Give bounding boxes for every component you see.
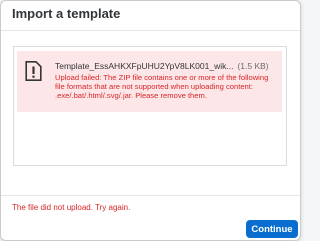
footer-divider <box>1 195 300 196</box>
upload-list-item: Template_EssAHKXFpUHU2YpV8LK001_wik... (1… <box>17 51 282 112</box>
file-size: (1.5 KB) <box>237 61 269 71</box>
dialog-header: Import a template <box>1 1 300 31</box>
file-name: Template_EssAHKXFpUHU2YpV8LK001_wik... <box>55 61 234 71</box>
upload-list: Template_EssAHKXFpUHU2YpV8LK001_wik... (1… <box>13 46 287 166</box>
footer-error-text: The file did not upload. Try again. <box>12 203 131 212</box>
continue-button[interactable]: Continue <box>246 220 298 238</box>
dialog-title: Import a template <box>12 6 121 21</box>
file-error-icon <box>25 61 42 81</box>
file-info: Template_EssAHKXFpUHU2YpV8LK001_wik... (1… <box>55 60 277 72</box>
import-template-dialog: Import a template Template_EssAHKXFpUHU2… <box>0 0 301 241</box>
upload-error-message: Upload failed: The ZIP file contains one… <box>55 73 269 101</box>
